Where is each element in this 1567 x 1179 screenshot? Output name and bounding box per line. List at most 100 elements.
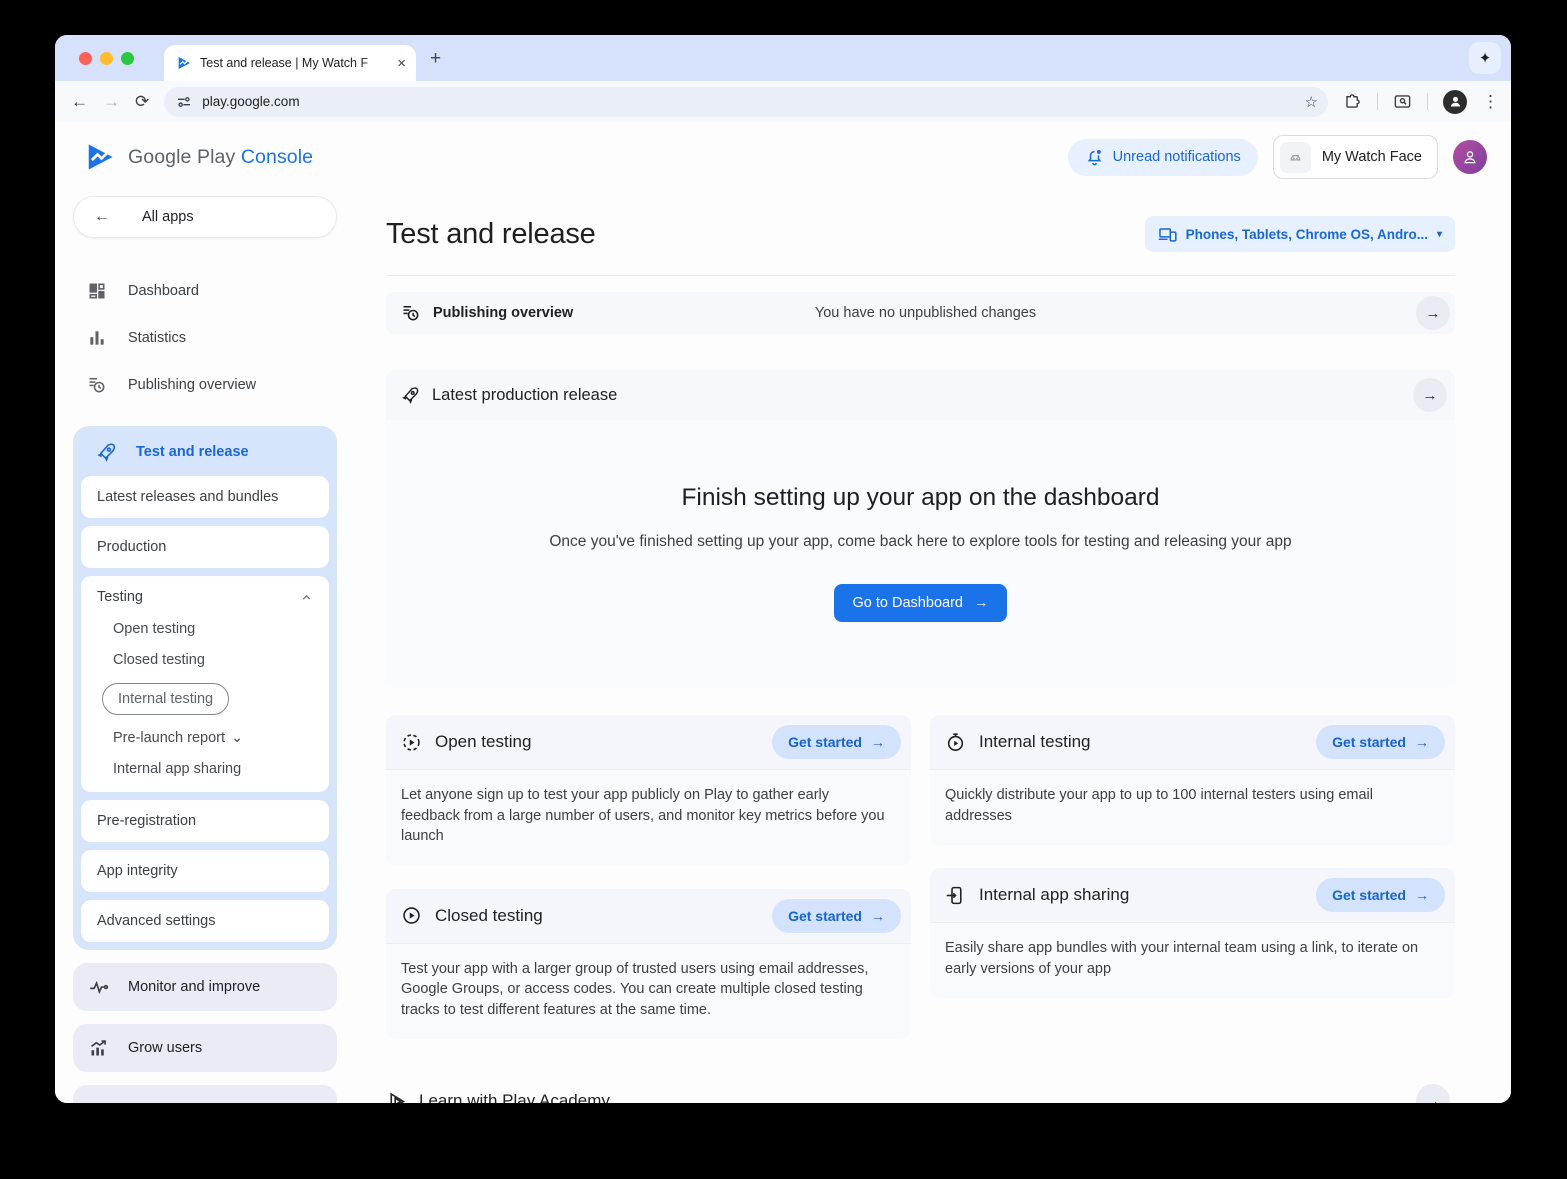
sidebar-item-label: Publishing overview: [128, 377, 256, 393]
bell-icon: [1085, 148, 1104, 167]
sidebar-item-label: Production: [97, 539, 166, 555]
setup-subtext: Once you've finished setting up your app…: [426, 533, 1415, 551]
new-tab-button[interactable]: +: [430, 49, 441, 68]
publishing-overview-row[interactable]: Publishing overview You have no unpublis…: [386, 292, 1455, 334]
sidebar-item-label: App integrity: [97, 863, 178, 879]
main-content: Test and release Phones, Tablets, Chrome…: [347, 192, 1511, 1103]
sidebar-item-latest-releases[interactable]: Latest releases and bundles: [81, 476, 329, 518]
play-console-favicon: [176, 55, 192, 71]
closed-testing-card: Closed testing Get started → Test your a…: [386, 889, 911, 1040]
sidebar-item-label: Testing: [97, 589, 143, 605]
closed-testing-icon: [401, 905, 422, 926]
sidebar-item-test-and-release[interactable]: Test and release: [81, 428, 329, 476]
publishing-overview-label: Publishing overview: [433, 305, 573, 321]
setup-headline: Finish setting up your app on the dashbo…: [426, 484, 1415, 512]
latest-release-label: Latest production release: [432, 386, 1401, 405]
address-bar[interactable]: play.google.com ☆: [164, 87, 1328, 117]
publishing-overview-icon: [87, 375, 107, 395]
latest-production-release-card: Latest production release → Finish setti…: [386, 370, 1455, 688]
logo-text: Google Play Console: [128, 146, 313, 169]
unread-notifications-label: Unread notifications: [1113, 149, 1241, 165]
reload-button[interactable]: ⟳: [135, 93, 149, 110]
close-window-button[interactable]: [79, 52, 92, 65]
page-title: Test and release: [386, 218, 596, 251]
sidebar-item-label: Test and release: [136, 444, 249, 460]
get-started-button[interactable]: Get started →: [1316, 725, 1445, 759]
account-avatar[interactable]: [1453, 140, 1487, 174]
unread-notifications-button[interactable]: Unread notifications: [1068, 139, 1258, 176]
sidebar-item-advanced-settings[interactable]: Advanced settings: [81, 900, 329, 942]
browser-profile-avatar[interactable]: [1443, 90, 1467, 114]
site-settings-icon[interactable]: [176, 94, 192, 110]
card-description: Quickly distribute your app to up to 100…: [930, 770, 1455, 845]
arrow-right-button[interactable]: →: [1416, 1084, 1450, 1103]
sidebar: ← All apps Dashboard Statistics: [55, 192, 347, 1103]
sidebar-item-app-integrity[interactable]: App integrity: [81, 850, 329, 892]
play-academy-label: Learn with Play Academy: [419, 1091, 1404, 1103]
maximize-window-button[interactable]: [121, 52, 134, 65]
card-description: Easily share app bundles with your inter…: [930, 923, 1455, 998]
forward-button[interactable]: →: [103, 93, 120, 110]
sidebar-item-label: Pre-registration: [97, 813, 196, 829]
tab-search-icon[interactable]: [1393, 92, 1412, 111]
sidebar-item-monitor-and-improve[interactable]: Monitor and improve: [73, 963, 337, 1011]
google-play-console-logo[interactable]: Google Play Console: [85, 142, 313, 172]
browser-menu-icon[interactable]: ⋮: [1482, 93, 1499, 110]
card-title: Internal testing: [979, 732, 1303, 752]
arrow-right-button[interactable]: →: [1413, 378, 1447, 412]
back-button[interactable]: ←: [71, 93, 88, 110]
sidebar-item-grow-users[interactable]: Grow users: [73, 1024, 337, 1072]
sidebar-item-pre-registration[interactable]: Pre-registration: [81, 800, 329, 842]
get-started-button[interactable]: Get started →: [772, 725, 901, 759]
card-title: Open testing: [435, 732, 759, 752]
sidebar-item-label: Statistics: [128, 330, 186, 346]
bookmark-star-icon[interactable]: ☆: [1305, 93, 1318, 111]
test-and-release-group: Test and release Latest releases and bun…: [73, 426, 337, 950]
app-switcher[interactable]: My Watch Face: [1273, 135, 1438, 179]
url-text[interactable]: play.google.com: [202, 94, 1294, 109]
sidebar-item-open-testing[interactable]: Open testing: [113, 621, 313, 637]
arrow-right-button[interactable]: →: [1416, 296, 1450, 330]
sidebar-item-prelaunch-report[interactable]: Pre-launch report⌄: [113, 730, 313, 746]
tab-close-icon[interactable]: ×: [397, 56, 406, 71]
browser-tab[interactable]: Test and release | My Watch F ×: [164, 45, 416, 81]
sidebar-item-internal-app-sharing[interactable]: Internal app sharing: [113, 761, 313, 777]
internal-testing-card: Internal testing Get started → Quickly d…: [930, 715, 1455, 845]
open-testing-icon: [401, 732, 422, 753]
bar-chart-icon: [87, 328, 107, 348]
device-filter-label: Phones, Tablets, Chrome OS, Andro...: [1186, 227, 1428, 242]
app-sharing-icon: [945, 885, 966, 906]
sidebar-item-label: Latest releases and bundles: [97, 489, 278, 505]
go-to-dashboard-button[interactable]: Go to Dashboard →: [834, 584, 1008, 622]
device-filter-dropdown[interactable]: Phones, Tablets, Chrome OS, Andro... ▾: [1145, 216, 1455, 252]
sidebar-item-label: Advanced settings: [97, 913, 216, 929]
arrow-right-icon: →: [974, 595, 989, 611]
sidebar-item-clipped[interactable]: [73, 1085, 337, 1103]
sidebar-item-statistics[interactable]: Statistics: [73, 318, 337, 358]
sidebar-item-publishing-overview[interactable]: Publishing overview: [73, 365, 337, 405]
app-switcher-label: My Watch Face: [1322, 149, 1422, 165]
card-title: Closed testing: [435, 906, 759, 926]
sidebar-item-internal-testing[interactable]: Internal testing: [113, 683, 313, 715]
sidebar-item-testing[interactable]: Testing: [97, 589, 313, 605]
sidebar-item-closed-testing[interactable]: Closed testing: [113, 652, 313, 668]
rocket-icon: [401, 386, 420, 405]
internal-testing-focus-pill[interactable]: Internal testing: [102, 683, 229, 715]
back-arrow-icon: ←: [94, 208, 110, 226]
all-apps-button[interactable]: ← All apps: [73, 196, 337, 238]
play-console-header: Google Play Console Unread notifications…: [55, 122, 1511, 192]
toolbar-divider: [1427, 93, 1428, 110]
sparkle-icon[interactable]: ✦: [1469, 42, 1501, 74]
open-testing-card: Open testing Get started → Let anyone si…: [386, 715, 911, 866]
all-apps-label: All apps: [142, 209, 194, 225]
minimize-window-button[interactable]: [100, 52, 113, 65]
sidebar-item-production[interactable]: Production: [81, 526, 329, 568]
dashboard-icon: [87, 281, 107, 301]
get-started-button[interactable]: Get started →: [1316, 878, 1445, 912]
sidebar-item-dashboard[interactable]: Dashboard: [73, 271, 337, 311]
arrow-right-icon: →: [871, 734, 885, 750]
get-started-button[interactable]: Get started →: [772, 899, 901, 933]
sidebar-item-label: Monitor and improve: [128, 979, 260, 995]
rocket-icon: [96, 442, 117, 463]
extensions-icon[interactable]: [1343, 92, 1362, 111]
